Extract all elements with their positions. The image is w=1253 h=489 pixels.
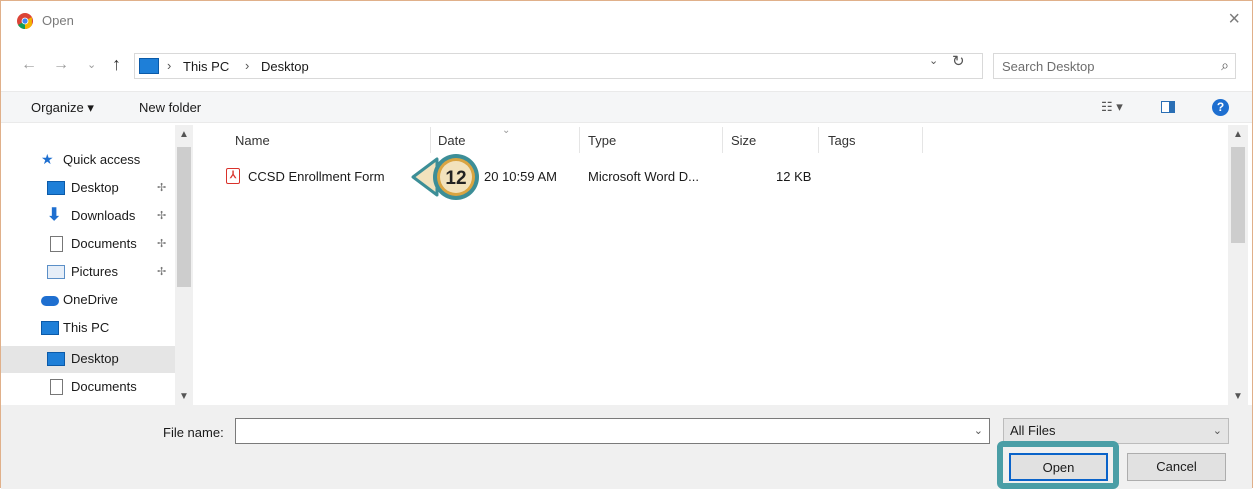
sidebar-item-documents-pc[interactable]: Documents xyxy=(1,374,175,401)
view-options-icon[interactable]: ☷ ▾ xyxy=(1101,99,1123,115)
sort-chevron-icon: ⌄ xyxy=(502,125,511,136)
column-header-size[interactable]: Size xyxy=(731,133,756,148)
chevron-down-icon[interactable]: ⌄ xyxy=(1213,424,1222,437)
new-folder-button[interactable]: New folder xyxy=(139,100,201,115)
breadcrumb-separator: › xyxy=(245,58,250,73)
recent-locations-icon[interactable]: ⌄ xyxy=(87,58,96,71)
refresh-icon[interactable]: ↻ xyxy=(952,52,965,70)
forward-arrow-icon[interactable]: → xyxy=(53,56,69,74)
sidebar-item-this-pc[interactable]: This PC xyxy=(1,315,175,342)
pin-icon[interactable]: ✢ xyxy=(157,209,166,222)
close-icon[interactable]: × xyxy=(1228,9,1240,29)
breadcrumb-desktop[interactable]: Desktop xyxy=(261,59,309,74)
file-list: Name Date ⌄ Type Size Tags ⅄ CCSD Enroll… xyxy=(206,125,1252,405)
column-header-date[interactable]: Date xyxy=(438,133,465,148)
sidebar-item-documents[interactable]: Documents ✢ xyxy=(1,231,175,258)
scroll-down-icon[interactable]: ▼ xyxy=(179,391,189,402)
scrollbar-thumb[interactable] xyxy=(177,147,191,287)
column-header-tags[interactable]: Tags xyxy=(828,133,855,148)
sidebar-item-label: Documents xyxy=(71,236,137,251)
address-row: ← → ⌄ ↑ › This PC › Desktop ⌄ ↻ Search D… xyxy=(1,49,1252,85)
command-bar: Organize ▾ New folder ☷ ▾ ? xyxy=(1,91,1252,123)
documents-icon xyxy=(50,236,63,252)
documents-icon xyxy=(50,379,63,395)
window-title: Open xyxy=(42,13,74,28)
preview-pane-icon[interactable] xyxy=(1161,101,1175,113)
search-icon[interactable]: ⌕ xyxy=(1221,57,1229,74)
sidebar-item-label: Desktop xyxy=(71,180,119,195)
pin-icon[interactable]: ✢ xyxy=(157,181,166,194)
sidebar-item-desktop-selected[interactable]: Desktop xyxy=(1,346,175,373)
organize-button[interactable]: Organize ▾ xyxy=(31,100,94,116)
file-size: 12 KB xyxy=(776,169,812,184)
breadcrumb-separator: › xyxy=(167,58,172,73)
sidebar-item-label: Downloads xyxy=(71,208,136,223)
sidebar-item-downloads[interactable]: ⬇ Downloads ✢ xyxy=(1,203,175,230)
column-header-type[interactable]: Type xyxy=(588,133,616,148)
file-type: Microsoft Word D... xyxy=(588,169,700,184)
sidebar-item-label: Documents xyxy=(71,379,137,394)
open-dialog: Open × ← → ⌄ ↑ › This PC › Desktop ⌄ ↻ S… xyxy=(0,0,1253,489)
column-header-name[interactable]: Name xyxy=(235,133,270,148)
sidebar-item-label: Desktop xyxy=(71,351,119,366)
column-divider[interactable] xyxy=(722,127,723,153)
chrome-icon xyxy=(17,13,33,29)
up-arrow-icon[interactable]: ↑ xyxy=(112,54,121,75)
sidebar-item-desktop[interactable]: Desktop ✢ xyxy=(1,175,175,202)
pin-icon[interactable]: ✢ xyxy=(157,265,166,278)
file-list-scrollbar[interactable]: ▲ ▼ xyxy=(1228,125,1248,405)
sidebar-item-label: OneDrive xyxy=(63,292,118,307)
sidebar-item-quick-access[interactable]: ★ Quick access xyxy=(1,147,175,174)
file-type-value: All Files xyxy=(1010,423,1056,438)
open-button[interactable]: Open xyxy=(1009,453,1108,481)
cloud-icon xyxy=(41,296,59,306)
file-name-label: File name: xyxy=(163,425,224,440)
computer-icon xyxy=(139,58,159,74)
search-input[interactable]: Search Desktop ⌕ xyxy=(993,53,1236,79)
help-icon[interactable]: ? xyxy=(1212,99,1229,116)
file-name-field[interactable]: ⌄ xyxy=(235,418,990,444)
back-arrow-icon[interactable]: ← xyxy=(21,56,37,74)
address-bar[interactable]: › This PC › Desktop xyxy=(134,53,983,79)
sidebar-item-onedrive[interactable]: OneDrive xyxy=(1,287,175,314)
sidebar-item-pictures[interactable]: Pictures ✢ xyxy=(1,259,175,286)
cancel-button[interactable]: Cancel xyxy=(1127,453,1226,481)
navigation-scrollbar[interactable]: ▲ ▼ xyxy=(175,125,193,405)
column-divider[interactable] xyxy=(579,127,580,153)
sidebar-item-label: Quick access xyxy=(63,152,141,167)
breadcrumb-this-pc[interactable]: This PC xyxy=(183,59,229,74)
dialog-footer: File name: ⌄ All Files ⌄ Open Cancel xyxy=(1,405,1252,489)
pdf-file-icon: ⅄ xyxy=(226,168,240,184)
file-row[interactable]: ⅄ CCSD Enrollment Form 20 10:59 AM Micro… xyxy=(206,165,826,189)
file-date: 20 10:59 AM xyxy=(484,169,557,184)
sidebar-item-label: Pictures xyxy=(71,264,118,279)
desktop-folder-icon xyxy=(47,352,65,366)
column-divider[interactable] xyxy=(430,127,431,153)
address-dropdown-icon[interactable]: ⌄ xyxy=(929,54,938,67)
scroll-up-icon[interactable]: ▲ xyxy=(1233,129,1243,140)
search-placeholder: Search Desktop xyxy=(1002,59,1095,74)
star-icon: ★ xyxy=(41,151,54,167)
column-divider[interactable] xyxy=(818,127,819,153)
column-divider[interactable] xyxy=(922,127,923,153)
step-callout: 12 xyxy=(411,154,479,200)
scroll-up-icon[interactable]: ▲ xyxy=(179,129,189,140)
callout-number: 12 xyxy=(445,168,466,189)
chevron-down-icon[interactable]: ⌄ xyxy=(974,424,983,437)
computer-icon xyxy=(41,321,59,335)
navigation-pane: ★ Quick access Desktop ✢ ⬇ Downloads ✢ D… xyxy=(1,125,193,405)
sidebar-item-label: This PC xyxy=(63,320,110,335)
scrollbar-thumb[interactable] xyxy=(1231,147,1245,243)
pictures-icon xyxy=(47,265,65,279)
pin-icon[interactable]: ✢ xyxy=(157,237,166,250)
title-bar: Open × xyxy=(1,1,1252,41)
desktop-folder-icon xyxy=(47,181,65,195)
download-arrow-icon: ⬇ xyxy=(47,205,62,224)
file-name: CCSD Enrollment Form xyxy=(248,169,385,184)
scroll-down-icon[interactable]: ▼ xyxy=(1233,391,1243,402)
